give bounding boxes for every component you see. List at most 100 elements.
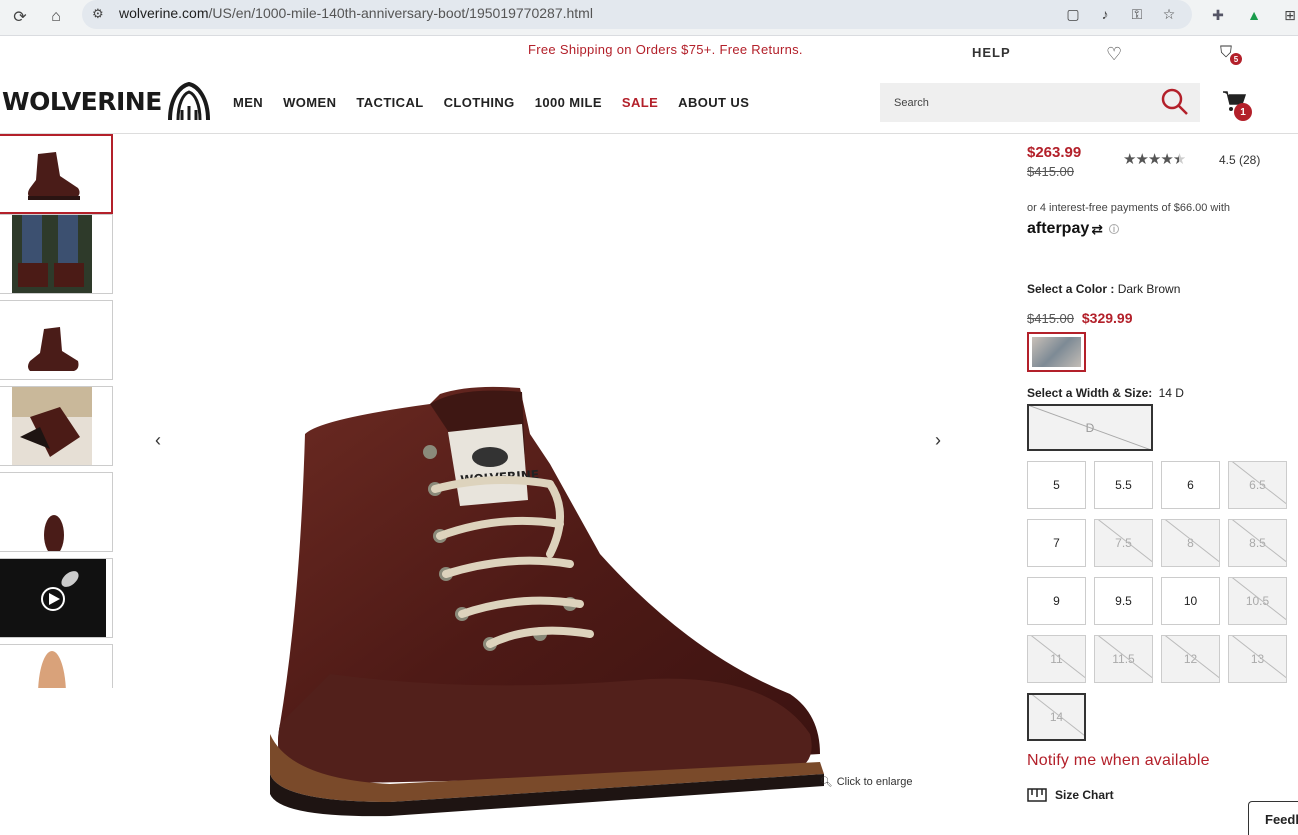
promo-banner[interactable]: Free Shipping on Orders $75+. Free Retur… — [528, 42, 803, 57]
boot-front-thumbnail-image — [44, 515, 64, 551]
search-icon[interactable] — [1160, 87, 1190, 117]
size-option-9-5[interactable]: 9.5 — [1094, 577, 1153, 625]
thumbnail-sole-closeup[interactable] — [0, 386, 113, 466]
search-box — [880, 83, 1200, 122]
color-label: Select a Color : Dark Brown — [1027, 282, 1180, 296]
nav-sale[interactable]: SALE — [622, 95, 658, 110]
bookmark-star-icon[interactable]: ☆ — [1160, 5, 1178, 23]
size-option-5[interactable]: 5 — [1027, 461, 1086, 509]
claw-logo-icon — [167, 81, 210, 121]
offers-tag-icon[interactable]: ⛉ 5 — [1220, 44, 1242, 65]
size-option-12[interactable]: 12 — [1161, 635, 1220, 683]
home-icon[interactable]: ⌂ — [43, 4, 69, 30]
size-option-11-5[interactable]: 11.5 — [1094, 635, 1153, 683]
extension-puzzle-icon[interactable]: ✚ — [1208, 5, 1228, 25]
thumbnail-video[interactable] — [0, 558, 113, 638]
star-icon: ★ — [1135, 151, 1148, 168]
size-option-8[interactable]: 8 — [1161, 519, 1220, 567]
size-option-10-5[interactable]: 10.5 — [1228, 577, 1287, 625]
star-icon: ★ — [1147, 151, 1161, 168]
wishlist-heart-icon[interactable]: ♡ — [1106, 44, 1122, 65]
site-settings-icon[interactable]: ⚙ — [92, 6, 104, 22]
wolverine-logo[interactable]: WOLVERINE — [2, 80, 212, 122]
url-text: wolverine.com/US/en/1000-mile-140th-anni… — [119, 5, 593, 21]
size-chart-link[interactable]: Size Chart — [1027, 788, 1114, 802]
size-option-14[interactable]: 14 — [1027, 693, 1086, 741]
size-option-6-5[interactable]: 6.5 — [1228, 461, 1287, 509]
nav-women[interactable]: WOMEN — [283, 95, 336, 110]
cart-button[interactable]: 1 — [1222, 90, 1252, 121]
cart-count-badge: 1 — [1234, 103, 1252, 121]
notification-icon[interactable]: ♪ — [1096, 5, 1114, 23]
drive-icon[interactable]: ▲ — [1244, 5, 1264, 25]
nav-tactical[interactable]: TACTICAL — [356, 95, 423, 110]
size-option-11[interactable]: 11 — [1027, 635, 1086, 683]
sole-thumbnail-image — [12, 387, 92, 465]
size-option-13[interactable]: 13 — [1228, 635, 1287, 683]
size-option-5-5[interactable]: 5.5 — [1094, 461, 1153, 509]
size-option-8-5[interactable]: 8.5 — [1228, 519, 1287, 567]
main-nav: MEN WOMEN TACTICAL CLOTHING 1000 MILE SA… — [233, 95, 749, 110]
size-label-prefix: Select a Width & Size: — [1027, 386, 1153, 400]
size-option-7-5[interactable]: 7.5 — [1094, 519, 1153, 567]
size-option-7[interactable]: 7 — [1027, 519, 1086, 567]
size-option-10[interactable]: 10 — [1161, 577, 1220, 625]
info-icon[interactable]: i — [1108, 224, 1119, 234]
thumbnail-side-view[interactable] — [0, 134, 113, 214]
address-bar[interactable]: ⚙ wolverine.com/US/en/1000-mile-140th-an… — [82, 0, 1192, 29]
boot-main-image: WOLVERINE — [270, 386, 824, 817]
magnifier-icon: 🔍︎ — [820, 776, 833, 788]
site-header: WOLVERINE MEN WOMEN TACTICAL CLOTHING 10… — [0, 70, 1298, 134]
extensions-icon[interactable]: ⊞ — [1280, 5, 1298, 25]
enlarge-label: Click to enlarge — [836, 776, 913, 788]
thumbnail-front-view[interactable] — [0, 472, 113, 552]
width-option-d[interactable]: D — [1027, 404, 1153, 451]
color-price-now: $329.99 — [1081, 310, 1133, 326]
offers-count-badge: 5 — [1230, 53, 1242, 65]
logo-wordmark: WOLVERINE — [2, 86, 162, 116]
feedback-button[interactable]: Feedback — [1248, 801, 1298, 835]
save-page-icon[interactable]: ▢ — [1064, 5, 1082, 23]
star-rating[interactable]: ★ ★ ★ ★ ★ — [1123, 150, 1186, 168]
thumbnail-lifestyle-worn[interactable] — [0, 214, 113, 294]
star-icon: ★ — [1160, 151, 1173, 168]
size-option-9[interactable]: 9 — [1027, 577, 1086, 625]
search-input[interactable] — [880, 83, 1150, 122]
size-chart-label: Size Chart — [1055, 788, 1114, 802]
afterpay-logo[interactable]: afterpay ⇄ i — [1027, 220, 1119, 238]
size-value: 14 D — [1158, 386, 1184, 400]
notify-me-link[interactable]: Notify me when available — [1027, 752, 1210, 770]
boot-thumbnail-image — [28, 152, 80, 200]
password-key-icon[interactable]: ⚿ — [1128, 5, 1146, 23]
star-icon: ★ — [1123, 151, 1136, 168]
afterpay-wordmark: afterpay — [1027, 220, 1090, 237]
product-image-stage[interactable]: ‹ › WOLVERINE 🔍︎ Click to enlarge — [130, 134, 960, 832]
thumbnail-sole-bottom[interactable] — [0, 644, 113, 688]
video-thumbnail-image — [0, 559, 106, 637]
sale-price: $263.99 — [1027, 144, 1082, 161]
nav-about-us[interactable]: ABOUT US — [678, 95, 749, 110]
lifestyle-thumbnail-image — [12, 215, 92, 293]
afterpay-text: or 4 interest-free payments of $66.00 wi… — [1027, 202, 1230, 214]
nav-1000-mile[interactable]: 1000 MILE — [535, 95, 602, 110]
reload-icon[interactable]: ⟳ — [7, 4, 33, 30]
sole-bottom-thumbnail-image — [38, 651, 66, 688]
half-star-icon: ★ — [1172, 151, 1186, 168]
ruler-icon — [1027, 788, 1047, 802]
original-price: $415.00 — [1027, 164, 1074, 179]
afterpay-arrow-icon: ⇄ — [1091, 220, 1103, 237]
color-label-prefix: Select a Color : — [1027, 282, 1115, 296]
color-swatch-dark-brown[interactable] — [1027, 332, 1086, 372]
size-label: Select a Width & Size: 14 D — [1027, 386, 1184, 400]
nav-men[interactable]: MEN — [233, 95, 263, 110]
thumbnail-strip — [0, 134, 114, 688]
nav-clothing[interactable]: CLOTHING — [444, 95, 515, 110]
color-price-was: $415.00 — [1027, 311, 1074, 326]
boot-angle-thumbnail-image — [28, 327, 79, 371]
thumbnail-angle-view[interactable] — [0, 300, 113, 380]
help-link[interactable]: HELP — [972, 45, 1011, 60]
color-value: Dark Brown — [1117, 282, 1181, 296]
size-option-6[interactable]: 6 — [1161, 461, 1220, 509]
click-to-enlarge[interactable]: 🔍︎ Click to enlarge — [820, 776, 913, 788]
rating-count[interactable]: 4.5 (28) — [1219, 153, 1260, 167]
